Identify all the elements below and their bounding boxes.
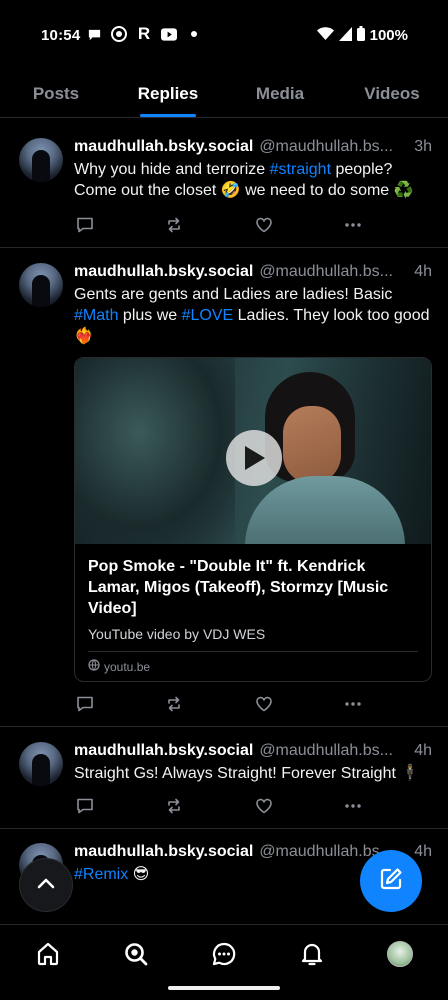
tab-replies[interactable]: Replies [112, 70, 224, 117]
like-icon[interactable] [253, 795, 275, 817]
battery-percent: 100% [369, 27, 408, 44]
post-text-segment: Gents are gents and Ladies are ladies! B… [74, 286, 393, 303]
compose-post-button[interactable] [360, 850, 422, 912]
face-icon [111, 26, 127, 42]
embed-description: YouTube video by VDJ WES [88, 626, 266, 642]
repost-icon[interactable] [163, 693, 185, 715]
post-text-segment: 😎 [128, 866, 150, 883]
post-time[interactable]: 3h [414, 136, 432, 158]
play-icon[interactable] [226, 430, 282, 486]
replies-feed: maudhullah.bsky.social @maudhullah.bs...… [0, 120, 448, 924]
scroll-to-top-button[interactable] [19, 858, 73, 912]
reply-icon[interactable] [74, 795, 96, 817]
tab-media[interactable]: Media [224, 70, 336, 117]
author-handle[interactable]: @maudhullah.bs... [259, 261, 406, 283]
tab-videos[interactable]: Videos [336, 70, 448, 117]
post-time[interactable]: 4h [414, 841, 432, 863]
post-header: maudhullah.bsky.social @maudhullah.bs...… [74, 136, 432, 158]
post-header: maudhullah.bsky.social @maudhullah.bs...… [74, 740, 432, 762]
author-avatar[interactable] [19, 742, 63, 786]
dot-icon [186, 26, 202, 42]
author-avatar[interactable] [19, 138, 63, 182]
embed-domain-text: youtu.be [104, 659, 151, 674]
post-text-segment: Why you hide and terrorize [74, 161, 270, 178]
post-actions [74, 682, 364, 726]
author-display-name[interactable]: maudhullah.bsky.social [74, 136, 253, 158]
feed-post[interactable]: maudhullah.bsky.social @maudhullah.bs...… [0, 120, 448, 248]
repost-icon[interactable] [163, 214, 185, 236]
status-time: 10:54 [41, 27, 81, 44]
youtube-icon [161, 26, 177, 42]
post-header: maudhullah.bsky.social @maudhullah.bs...… [74, 261, 432, 283]
feed-post[interactable]: maudhullah.bsky.social @maudhullah.bs...… [0, 727, 448, 829]
reply-icon[interactable] [74, 214, 96, 236]
hashtag-link[interactable]: #Math [74, 307, 118, 324]
more-icon[interactable] [342, 795, 364, 817]
bottom-navigation [0, 924, 448, 1000]
post-text: Why you hide and terrorize #straight peo… [74, 159, 432, 201]
author-display-name[interactable]: maudhullah.bsky.social [74, 261, 253, 283]
tab-posts[interactable]: Posts [0, 70, 112, 117]
post-time[interactable]: 4h [414, 261, 432, 283]
signal-icon [338, 26, 352, 45]
post-text: Gents are gents and Ladies are ladies! B… [74, 284, 432, 347]
more-icon[interactable] [342, 693, 364, 715]
search-icon[interactable] [114, 932, 158, 976]
post-time[interactable]: 4h [414, 740, 432, 762]
hashtag-link[interactable]: #Remix [74, 866, 128, 883]
embed-title: Pop Smoke - "Double It" ft. Kendrick Lam… [88, 558, 389, 617]
embed-domain: youtu.be [88, 651, 418, 681]
more-icon[interactable] [342, 214, 364, 236]
feed-post[interactable]: maudhullah.bsky.social @maudhullah.bs...… [0, 248, 448, 727]
profile-avatar[interactable] [378, 932, 422, 976]
author-avatar[interactable] [19, 263, 63, 307]
reddit-r-icon: R [137, 24, 151, 43]
home-indicator[interactable] [168, 986, 280, 990]
post-actions [74, 203, 364, 247]
reply-icon[interactable] [74, 693, 96, 715]
chat-icon[interactable] [202, 932, 246, 976]
post-actions [74, 784, 364, 828]
video-thumbnail[interactable] [75, 358, 431, 544]
message-bubble-icon [86, 26, 102, 42]
like-icon[interactable] [253, 214, 275, 236]
post-text-segment: plus we [118, 307, 182, 324]
bell-icon[interactable] [290, 932, 334, 976]
author-display-name[interactable]: maudhullah.bsky.social [74, 740, 253, 762]
compose-icon [378, 866, 404, 897]
hashtag-link[interactable]: #LOVE [182, 307, 234, 324]
globe-icon [88, 659, 100, 674]
profile-tabs: Posts Replies Media Videos [0, 70, 448, 118]
system-status: 100% [316, 26, 408, 45]
link-embed-card[interactable]: Pop Smoke - "Double It" ft. Kendrick Lam… [74, 357, 432, 682]
author-display-name[interactable]: maudhullah.bsky.social [74, 841, 253, 863]
author-handle[interactable]: @maudhullah.bs... [259, 136, 406, 158]
hashtag-link[interactable]: #straight [270, 161, 331, 178]
notification-icons: R [86, 24, 202, 43]
home-icon[interactable] [26, 932, 70, 976]
repost-icon[interactable] [163, 795, 185, 817]
wifi-icon [316, 26, 334, 45]
chevron-up-icon [37, 876, 55, 894]
status-bar: 10:54 R 100% [0, 0, 448, 70]
author-handle[interactable]: @maudhullah.bs... [259, 740, 406, 762]
like-icon[interactable] [253, 693, 275, 715]
battery-icon [356, 26, 365, 45]
post-text: Straight Gs! Always Straight! Forever St… [74, 765, 421, 782]
